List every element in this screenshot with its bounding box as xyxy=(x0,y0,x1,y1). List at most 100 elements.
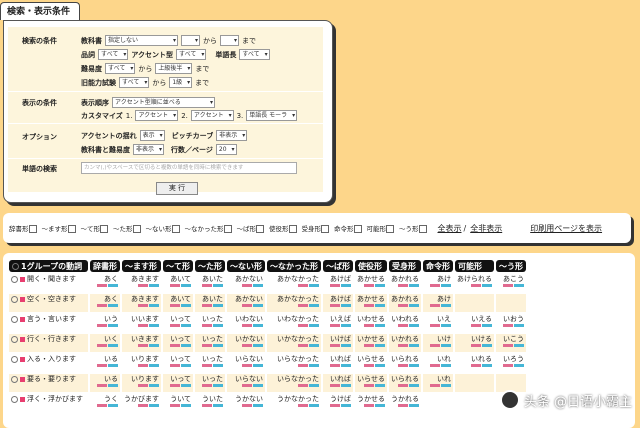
female-audio-button[interactable] xyxy=(298,384,308,387)
male-audio-button[interactable] xyxy=(213,344,223,347)
show-all-link[interactable]: 全表示 xyxy=(438,223,462,234)
textbook-difficulty-select[interactable]: 非表示 xyxy=(133,144,165,155)
female-audio-button[interactable] xyxy=(364,404,374,407)
male-audio-button[interactable] xyxy=(253,384,263,387)
female-audio-button[interactable] xyxy=(471,284,481,287)
female-audio-button[interactable] xyxy=(242,324,252,327)
female-audio-button[interactable] xyxy=(242,364,252,367)
female-audio-button[interactable] xyxy=(298,324,308,327)
execute-button[interactable]: 実 行 xyxy=(156,182,198,195)
male-audio-button[interactable] xyxy=(375,384,385,387)
male-audio-button[interactable] xyxy=(309,404,319,407)
row-radio[interactable] xyxy=(11,395,18,403)
search-conditions-tab[interactable]: 検索・表示条件 xyxy=(0,2,80,20)
female-audio-button[interactable] xyxy=(398,304,408,307)
male-audio-button[interactable] xyxy=(409,384,419,387)
male-audio-button[interactable] xyxy=(181,404,191,407)
hide-all-link[interactable]: 全非表示 xyxy=(470,223,502,234)
row-radio[interactable] xyxy=(11,335,18,343)
male-audio-button[interactable] xyxy=(309,384,319,387)
female-audio-button[interactable] xyxy=(138,304,148,307)
male-audio-button[interactable] xyxy=(181,344,191,347)
textbook-select[interactable]: 指定しない xyxy=(105,35,178,46)
female-audio-button[interactable] xyxy=(330,364,340,367)
male-audio-button[interactable] xyxy=(341,304,351,307)
male-audio-button[interactable] xyxy=(108,284,118,287)
row-radio[interactable] xyxy=(11,275,18,283)
male-audio-button[interactable] xyxy=(375,344,385,347)
female-audio-button[interactable] xyxy=(503,284,513,287)
female-audio-button[interactable] xyxy=(471,344,481,347)
male-audio-button[interactable] xyxy=(514,344,524,347)
female-audio-button[interactable] xyxy=(430,384,440,387)
female-audio-button[interactable] xyxy=(503,344,513,347)
male-audio-button[interactable] xyxy=(309,344,319,347)
male-audio-button[interactable] xyxy=(341,344,351,347)
male-audio-button[interactable] xyxy=(108,384,118,387)
female-audio-button[interactable] xyxy=(242,284,252,287)
male-audio-button[interactable] xyxy=(181,284,191,287)
female-audio-button[interactable] xyxy=(298,304,308,307)
female-audio-button[interactable] xyxy=(202,284,212,287)
male-audio-button[interactable] xyxy=(149,284,159,287)
male-audio-button[interactable] xyxy=(341,364,351,367)
male-audio-button[interactable] xyxy=(375,284,385,287)
male-audio-button[interactable] xyxy=(213,304,223,307)
female-audio-button[interactable] xyxy=(97,344,107,347)
male-audio-button[interactable] xyxy=(309,364,319,367)
form-filter-checkbox[interactable] xyxy=(100,225,108,233)
row-radio[interactable] xyxy=(11,375,18,383)
male-audio-button[interactable] xyxy=(213,404,223,407)
male-audio-button[interactable] xyxy=(441,284,451,287)
male-audio-button[interactable] xyxy=(149,384,159,387)
female-audio-button[interactable] xyxy=(503,324,513,327)
form-filter-checkbox[interactable] xyxy=(288,225,297,233)
male-audio-button[interactable] xyxy=(482,364,492,367)
male-audio-button[interactable] xyxy=(309,304,319,307)
difficulty-from-select[interactable]: すべて xyxy=(105,63,136,74)
female-audio-button[interactable] xyxy=(97,304,107,307)
male-audio-button[interactable] xyxy=(482,324,492,327)
form-filter-checkbox[interactable] xyxy=(28,225,37,233)
female-audio-button[interactable] xyxy=(170,344,180,347)
word-length-select[interactable]: すべて xyxy=(239,49,270,60)
verb-name[interactable]: 言う・言います xyxy=(27,315,76,323)
male-audio-button[interactable] xyxy=(441,344,451,347)
male-audio-button[interactable] xyxy=(341,284,351,287)
female-audio-button[interactable] xyxy=(170,384,180,387)
form-filter-checkbox[interactable] xyxy=(256,225,264,233)
female-audio-button[interactable] xyxy=(430,324,440,327)
word-search-input[interactable]: カンマ(,)やスペースで区切ると複数の単語を同時に検索できます xyxy=(81,162,297,174)
female-audio-button[interactable] xyxy=(298,404,308,407)
female-audio-button[interactable] xyxy=(242,384,252,387)
male-audio-button[interactable] xyxy=(409,284,419,287)
male-audio-button[interactable] xyxy=(441,364,451,367)
female-audio-button[interactable] xyxy=(503,364,513,367)
female-audio-button[interactable] xyxy=(97,404,107,407)
textbook-to-select[interactable] xyxy=(220,35,239,46)
form-filter-checkbox[interactable] xyxy=(353,225,362,233)
female-audio-button[interactable] xyxy=(202,364,212,367)
male-audio-button[interactable] xyxy=(149,344,159,347)
difficulty-to-select[interactable]: 上級後半 xyxy=(155,63,193,74)
male-audio-button[interactable] xyxy=(108,304,118,307)
female-audio-button[interactable] xyxy=(398,344,408,347)
female-audio-button[interactable] xyxy=(364,384,374,387)
female-audio-button[interactable] xyxy=(364,284,374,287)
female-audio-button[interactable] xyxy=(330,284,340,287)
form-filter-checkbox[interactable] xyxy=(67,225,76,233)
pos-select[interactable]: すべて xyxy=(98,49,129,60)
female-audio-button[interactable] xyxy=(398,404,408,407)
verb-name[interactable]: 要る・要ります xyxy=(27,375,76,383)
old-test-to-select[interactable]: 1級 xyxy=(169,77,193,88)
male-audio-button[interactable] xyxy=(514,324,524,327)
female-audio-button[interactable] xyxy=(202,304,212,307)
male-audio-button[interactable] xyxy=(149,404,159,407)
female-audio-button[interactable] xyxy=(364,324,374,327)
group-radio[interactable] xyxy=(12,262,19,270)
male-audio-button[interactable] xyxy=(213,284,223,287)
female-audio-button[interactable] xyxy=(398,384,408,387)
male-audio-button[interactable] xyxy=(341,404,351,407)
old-test-from-select[interactable]: すべて xyxy=(119,77,150,88)
male-audio-button[interactable] xyxy=(181,384,191,387)
